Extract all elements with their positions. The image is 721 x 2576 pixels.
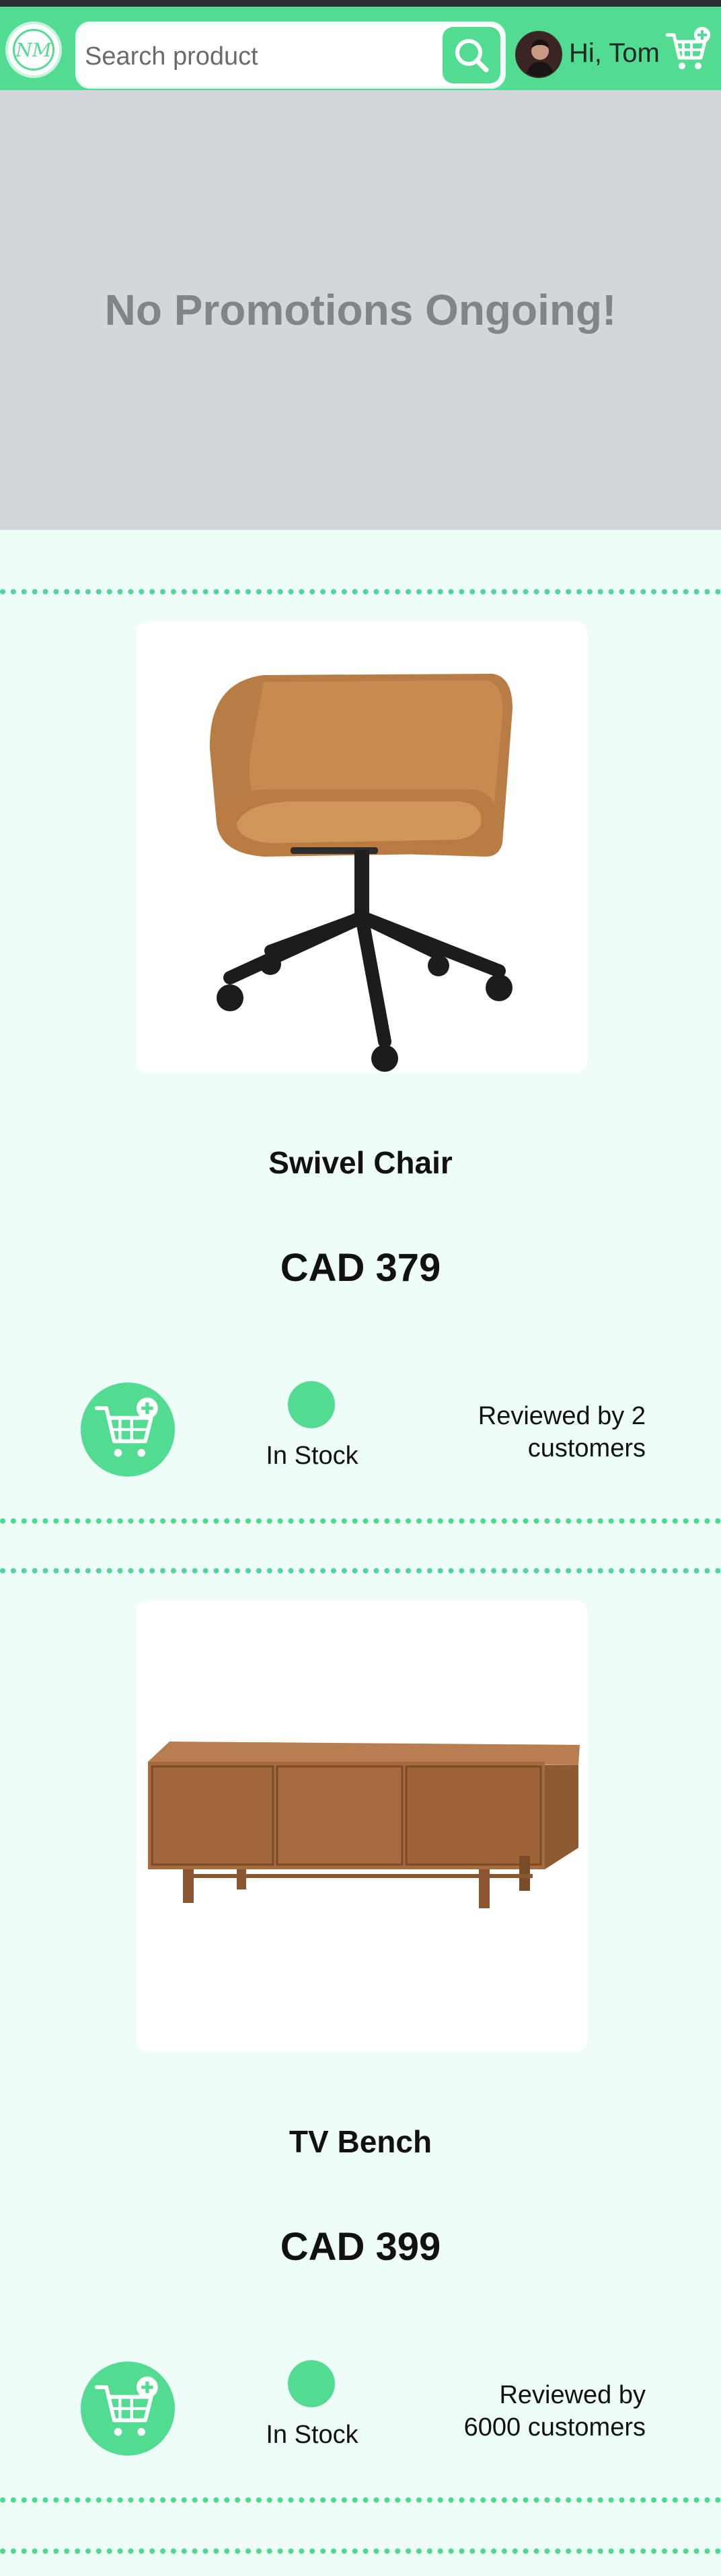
product-name[interactable]: Swivel Chair	[0, 1144, 721, 1181]
search-icon	[455, 39, 489, 73]
promo-text: No Promotions Ongoing!	[104, 286, 617, 334]
review-count[interactable]: Reviewed by 6000 customers	[444, 2379, 646, 2444]
next-card-divider	[0, 2548, 721, 2554]
add-to-cart-button[interactable]	[81, 2362, 175, 2456]
cart-add-icon	[665, 27, 710, 69]
cart-add-icon	[94, 1397, 158, 1457]
logo[interactable]: NM	[5, 22, 62, 78]
product-price: CAD 379	[280, 1246, 441, 1290]
product-image[interactable]	[136, 1600, 588, 2052]
search-input[interactable]	[85, 40, 434, 73]
stock-indicator	[288, 2360, 335, 2407]
cart-add-icon	[94, 2376, 158, 2436]
stock-status: In Stock	[266, 2421, 358, 2449]
tv-bench-illustration	[148, 1742, 580, 1908]
logo-monogram: NM	[13, 29, 54, 71]
product-card[interactable]: Swivel Chair CAD 379 In Stock Reviewed b…	[0, 589, 721, 1524]
avatar-image	[517, 32, 561, 77]
product-image[interactable]	[136, 621, 588, 1073]
product-price: CAD 399	[280, 2225, 441, 2269]
chair-illustration	[209, 674, 513, 1072]
stock-indicator	[288, 1381, 335, 1428]
user-greeting[interactable]: Hi, Tom	[569, 38, 660, 69]
search-bar	[75, 22, 506, 89]
avatar[interactable]	[515, 31, 562, 78]
cart-button[interactable]	[665, 26, 713, 74]
add-to-cart-button[interactable]	[81, 1382, 175, 1477]
header-bar: NM Hi, Tom	[0, 7, 721, 90]
top-status-line	[0, 0, 721, 7]
stock-status: In Stock	[266, 1442, 358, 1470]
product-name[interactable]: TV Bench	[0, 2123, 721, 2160]
review-count[interactable]: Reviewed by 2 customers	[444, 1400, 646, 1465]
product-card[interactable]: TV Bench CAD 399 In Stock Reviewed by 60…	[0, 1568, 721, 2503]
search-button[interactable]	[443, 27, 500, 83]
promo-banner: No Promotions Ongoing!	[0, 90, 721, 530]
